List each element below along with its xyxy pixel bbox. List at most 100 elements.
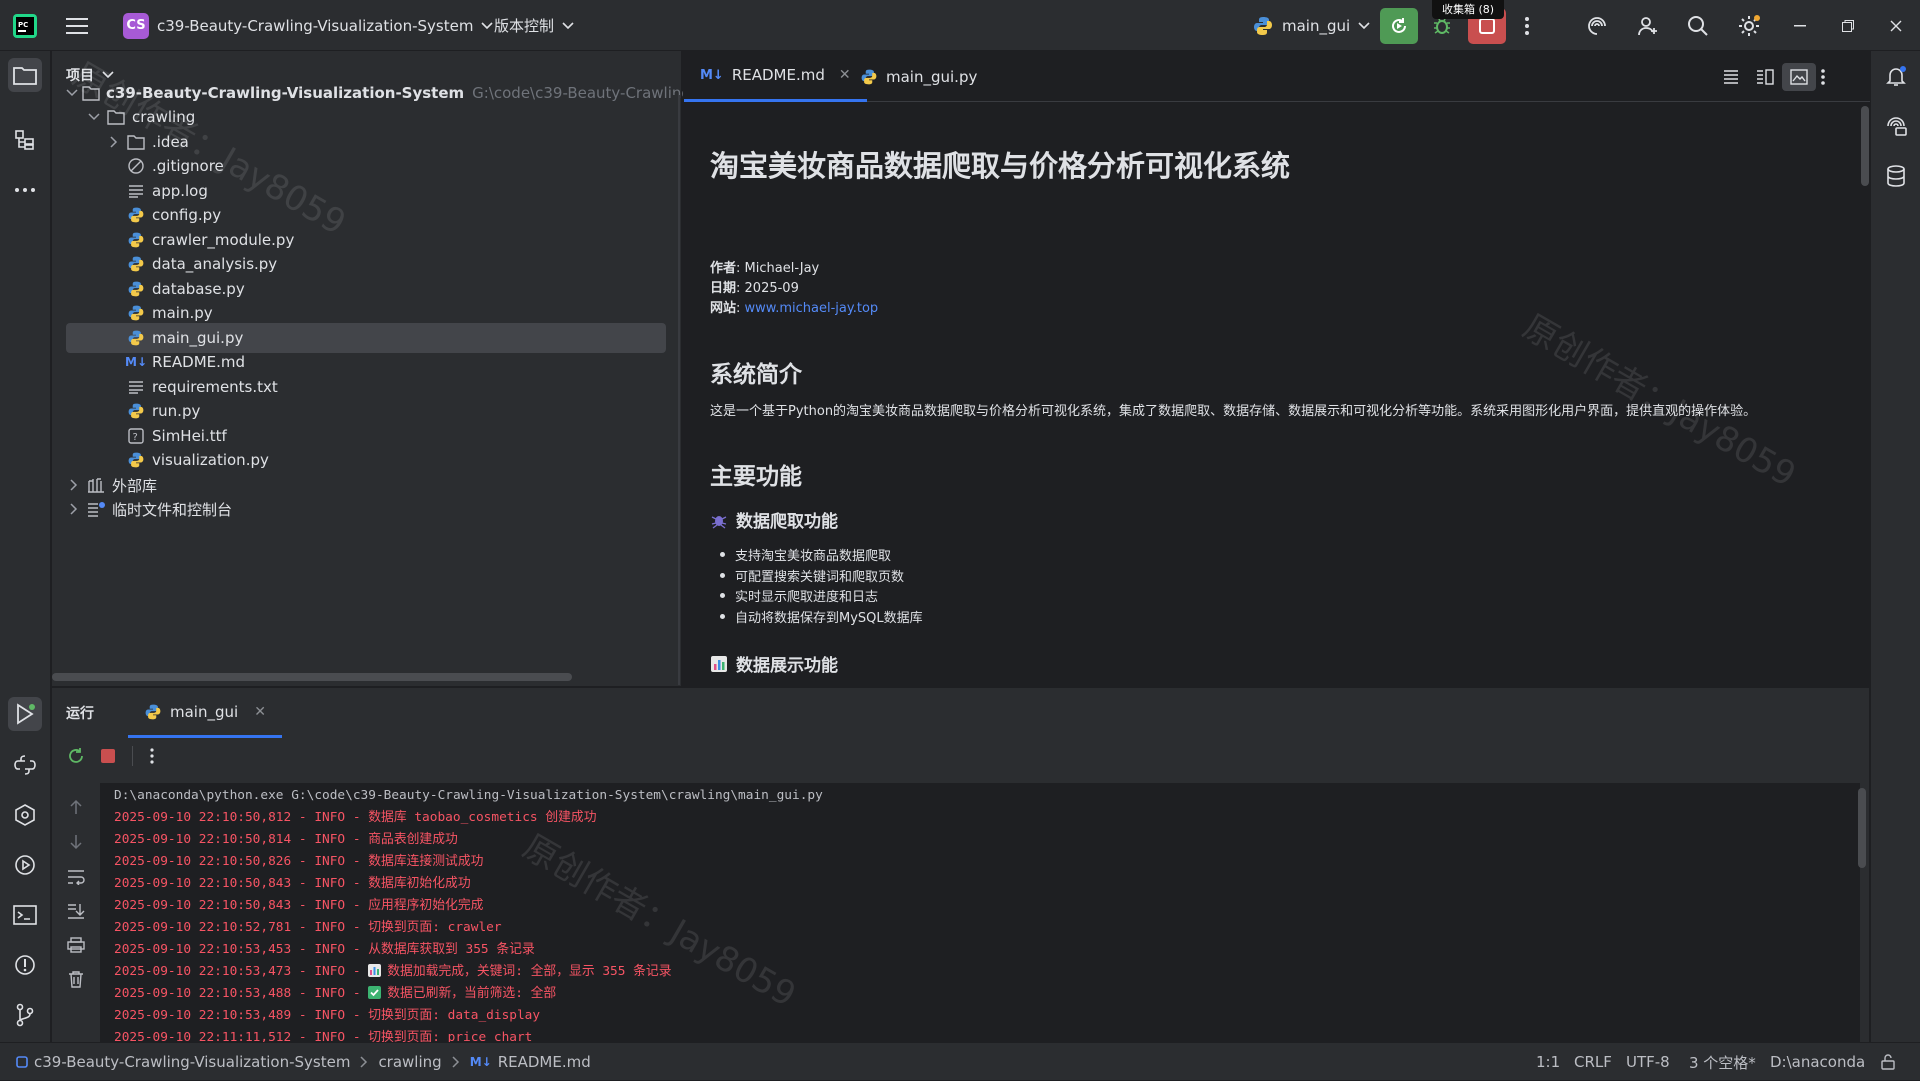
rerun-button[interactable]	[1380, 7, 1418, 44]
split-view-icon[interactable]	[1748, 63, 1782, 91]
python-file-icon	[126, 230, 146, 250]
main-menu-icon[interactable]	[66, 0, 88, 51]
more-actions-icon[interactable]	[1806, 63, 1840, 91]
database-icon[interactable]	[1879, 159, 1913, 193]
run-panel: 运行 main_gui ✕ D:\anaconda\python.exe G:\…	[52, 687, 1869, 1043]
add-user-icon[interactable]	[1636, 0, 1660, 51]
console-output[interactable]: D:\anaconda\python.exe G:\code\c39-Beaut…	[100, 783, 1860, 1043]
unknown-file-icon: ?	[126, 426, 146, 446]
crawl-heading: 数据爬取功能	[710, 507, 838, 532]
indent-setting[interactable]: 3 个空格*	[1689, 1043, 1756, 1081]
run-toolbar	[66, 746, 155, 766]
git-branch-icon[interactable]	[8, 998, 42, 1032]
notifications-icon[interactable]	[1879, 59, 1913, 93]
chevron-down-icon[interactable]	[66, 89, 78, 97]
console-line: 2025-09-10 22:10:50,814 - INFO - 商品表创建成功	[114, 832, 458, 847]
inbox-tooltip: 收集箱 (8)	[1432, 0, 1505, 19]
terminal-icon[interactable]	[8, 898, 42, 932]
close-tab-icon[interactable]: ✕	[254, 704, 266, 720]
run-tab-main-gui[interactable]: main_gui ✕	[128, 688, 282, 738]
run-configurations-icon[interactable]	[8, 848, 42, 882]
panel-divider	[672, 95, 680, 685]
text-file-icon	[126, 181, 146, 201]
console-line: 2025-09-10 22:10:53,488 - INFO - 数据已刷新，当…	[114, 986, 557, 1001]
horizontal-scrollbar[interactable]	[52, 673, 572, 681]
console-line: 2025-09-10 22:10:53,489 - INFO - 切换到页面: …	[114, 1008, 541, 1023]
spider-emoji-icon	[711, 515, 727, 529]
intro-text: 这是一个基于Python的淘宝美妆商品数据爬取与价格分析可视化系统，集成了数据爬…	[710, 404, 1757, 419]
project-switcher[interactable]: CS c39-Beauty-Crawling-Visualization-Sys…	[123, 0, 494, 51]
chevron-right-icon[interactable]	[66, 503, 82, 515]
editor-only-view-icon[interactable]	[1714, 63, 1748, 91]
restore-button[interactable]	[1842, 0, 1854, 51]
trash-icon[interactable]	[64, 967, 88, 991]
chevron-right-icon[interactable]	[106, 136, 122, 148]
intro-heading: 系统简介	[710, 362, 802, 388]
chevron-down-icon	[562, 21, 574, 29]
console-scrollbar[interactable]	[1858, 788, 1866, 868]
console-line: 2025-09-10 22:10:50,843 - INFO - 应用程序初始化…	[114, 898, 484, 913]
lock-icon[interactable]	[1880, 1043, 1896, 1081]
rerun-icon[interactable]	[66, 746, 86, 766]
chevron-down-icon[interactable]	[86, 113, 102, 121]
soft-wrap-icon[interactable]	[64, 865, 88, 889]
search-icon[interactable]	[1686, 0, 1710, 51]
tree-item[interactable]: 临时文件和控制台	[66, 494, 666, 524]
run-config-selector[interactable]: main_gui	[1252, 0, 1370, 51]
library-icon	[86, 475, 106, 495]
crawl-feature-item: 可配置搜索关键词和爬取页数	[720, 566, 904, 585]
markdown-preview: 淘宝美妆商品数据爬取与价格分析可视化系统 作者: Michael-Jay 日期:…	[710, 111, 1840, 681]
more-actions-icon[interactable]	[1524, 0, 1530, 51]
folder-icon	[82, 83, 100, 103]
breadcrumb-item[interactable]: README.md	[498, 1053, 591, 1071]
app-logo-icon[interactable]: PC	[12, 0, 38, 51]
tree-item-label: run.py	[152, 402, 201, 420]
more-tools-icon[interactable]	[8, 173, 42, 207]
python-interpreter[interactable]: D:\anaconda	[1770, 1043, 1865, 1081]
markdown-file-icon: M↓	[125, 355, 147, 369]
run-tool-icon[interactable]	[8, 697, 42, 731]
console-side-toolbar	[52, 783, 100, 1043]
breadcrumb-item[interactable]: crawling	[378, 1053, 441, 1071]
more-actions-icon[interactable]	[149, 747, 155, 765]
chevron-right-icon	[360, 1056, 368, 1068]
breadcrumb-item[interactable]: c39-Beauty-Crawling-Visualization-System	[34, 1053, 350, 1071]
close-window-button[interactable]	[1890, 0, 1902, 51]
caret-position[interactable]: 1:1	[1536, 1043, 1560, 1081]
folder-icon	[126, 132, 146, 152]
file-encoding[interactable]: UTF-8	[1626, 1043, 1670, 1081]
minimize-button[interactable]	[1794, 0, 1806, 51]
project-name: c39-Beauty-Crawling-Visualization-System	[157, 16, 474, 35]
run-tab-label: main_gui	[170, 702, 239, 721]
scroll-to-end-icon[interactable]	[64, 899, 88, 923]
console-line: 2025-09-10 22:10:53,473 - INFO - 数据加载完成，…	[114, 964, 672, 979]
problems-icon[interactable]	[8, 948, 42, 982]
tab-main-gui[interactable]: main_gui.py	[844, 51, 993, 102]
ai-chat-icon[interactable]	[1879, 109, 1913, 143]
services-icon[interactable]	[8, 798, 42, 832]
crawl-feature-item: 自动将数据保存到MySQL数据库	[720, 607, 923, 626]
python-packages-icon[interactable]	[8, 748, 42, 782]
settings-gear-icon[interactable]	[1736, 0, 1762, 51]
python-icon	[1254, 16, 1272, 35]
project-tool-icon[interactable]	[8, 58, 42, 92]
tab-readme[interactable]: M↓ README.md ✕	[684, 51, 867, 102]
scratches-icon	[86, 499, 106, 519]
down-arrow-icon[interactable]	[64, 830, 88, 854]
text-file-icon	[126, 377, 146, 397]
print-icon[interactable]	[64, 933, 88, 957]
structure-tool-icon[interactable]	[8, 123, 42, 157]
chevron-right-icon[interactable]	[66, 479, 82, 491]
up-arrow-icon[interactable]	[64, 795, 88, 819]
tree-item-label: README.md	[152, 353, 246, 371]
stop-icon[interactable]	[100, 748, 116, 764]
vcs-menu[interactable]: 版本控制	[494, 0, 574, 51]
site-link[interactable]: www.michael-jay.top	[745, 301, 879, 316]
editor-scrollbar[interactable]	[1861, 106, 1869, 186]
title-bar: PC CS c39-Beauty-Crawling-Visualization-…	[0, 0, 1920, 51]
ai-assistant-icon[interactable]	[1585, 0, 1609, 51]
tree-item-label: config.py	[152, 206, 222, 224]
line-separator[interactable]: CRLF	[1574, 1043, 1612, 1081]
display-heading: 数据展示功能	[710, 651, 838, 676]
python-file-icon	[126, 450, 146, 470]
